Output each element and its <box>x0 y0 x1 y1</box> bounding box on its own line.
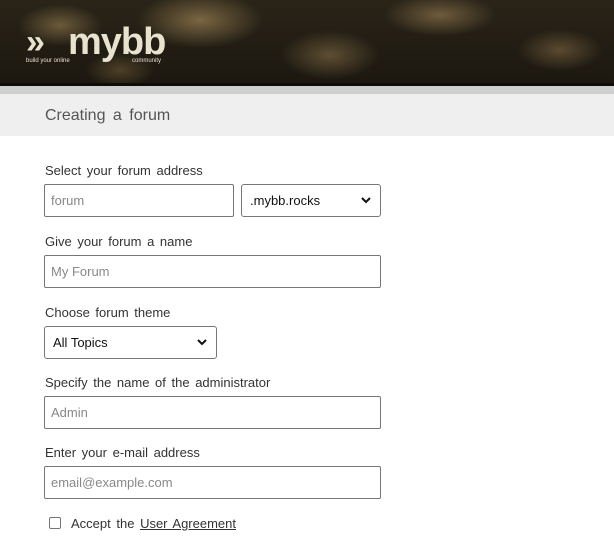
logo-text: mybb <box>68 21 166 63</box>
forum-name-label: Give your forum a name <box>45 234 193 249</box>
logo-tagline-left: build your online <box>26 58 70 64</box>
forum-address-label: Select your forum address <box>45 163 203 178</box>
forum-theme-select[interactable]: All Topics <box>44 326 217 359</box>
user-agreement-link[interactable]: User Agreement <box>140 516 236 531</box>
header-divider <box>0 86 614 94</box>
forum-theme-value: All Topics <box>53 335 108 350</box>
email-input[interactable] <box>44 466 381 499</box>
administrator-input[interactable] <box>44 396 381 429</box>
forum-name-input[interactable] <box>44 255 381 288</box>
mybb-logo[interactable]: » mybb build your online community <box>26 22 196 66</box>
page-title: Creating a forum <box>45 107 171 124</box>
forum-theme-label: Choose forum theme <box>45 305 171 320</box>
domain-select-value: .mybb.rocks <box>250 193 321 208</box>
chevron-down-icon <box>197 339 207 346</box>
accept-agreement-checkbox[interactable] <box>49 517 61 529</box>
domain-select[interactable]: .mybb.rocks <box>241 184 381 217</box>
administrator-label: Specify the name of the administrator <box>45 375 271 390</box>
header-banner: » mybb build your online community <box>0 0 614 86</box>
logo-tagline-right: community <box>132 58 162 64</box>
accept-label: Accept the <box>71 516 135 531</box>
accept-agreement-text: Accept the User Agreement <box>71 516 236 531</box>
email-label: Enter your e-mail address <box>45 445 200 460</box>
forum-address-input[interactable] <box>44 184 234 217</box>
chevron-down-icon <box>361 197 371 204</box>
logo-chevron-icon: » <box>26 23 45 61</box>
